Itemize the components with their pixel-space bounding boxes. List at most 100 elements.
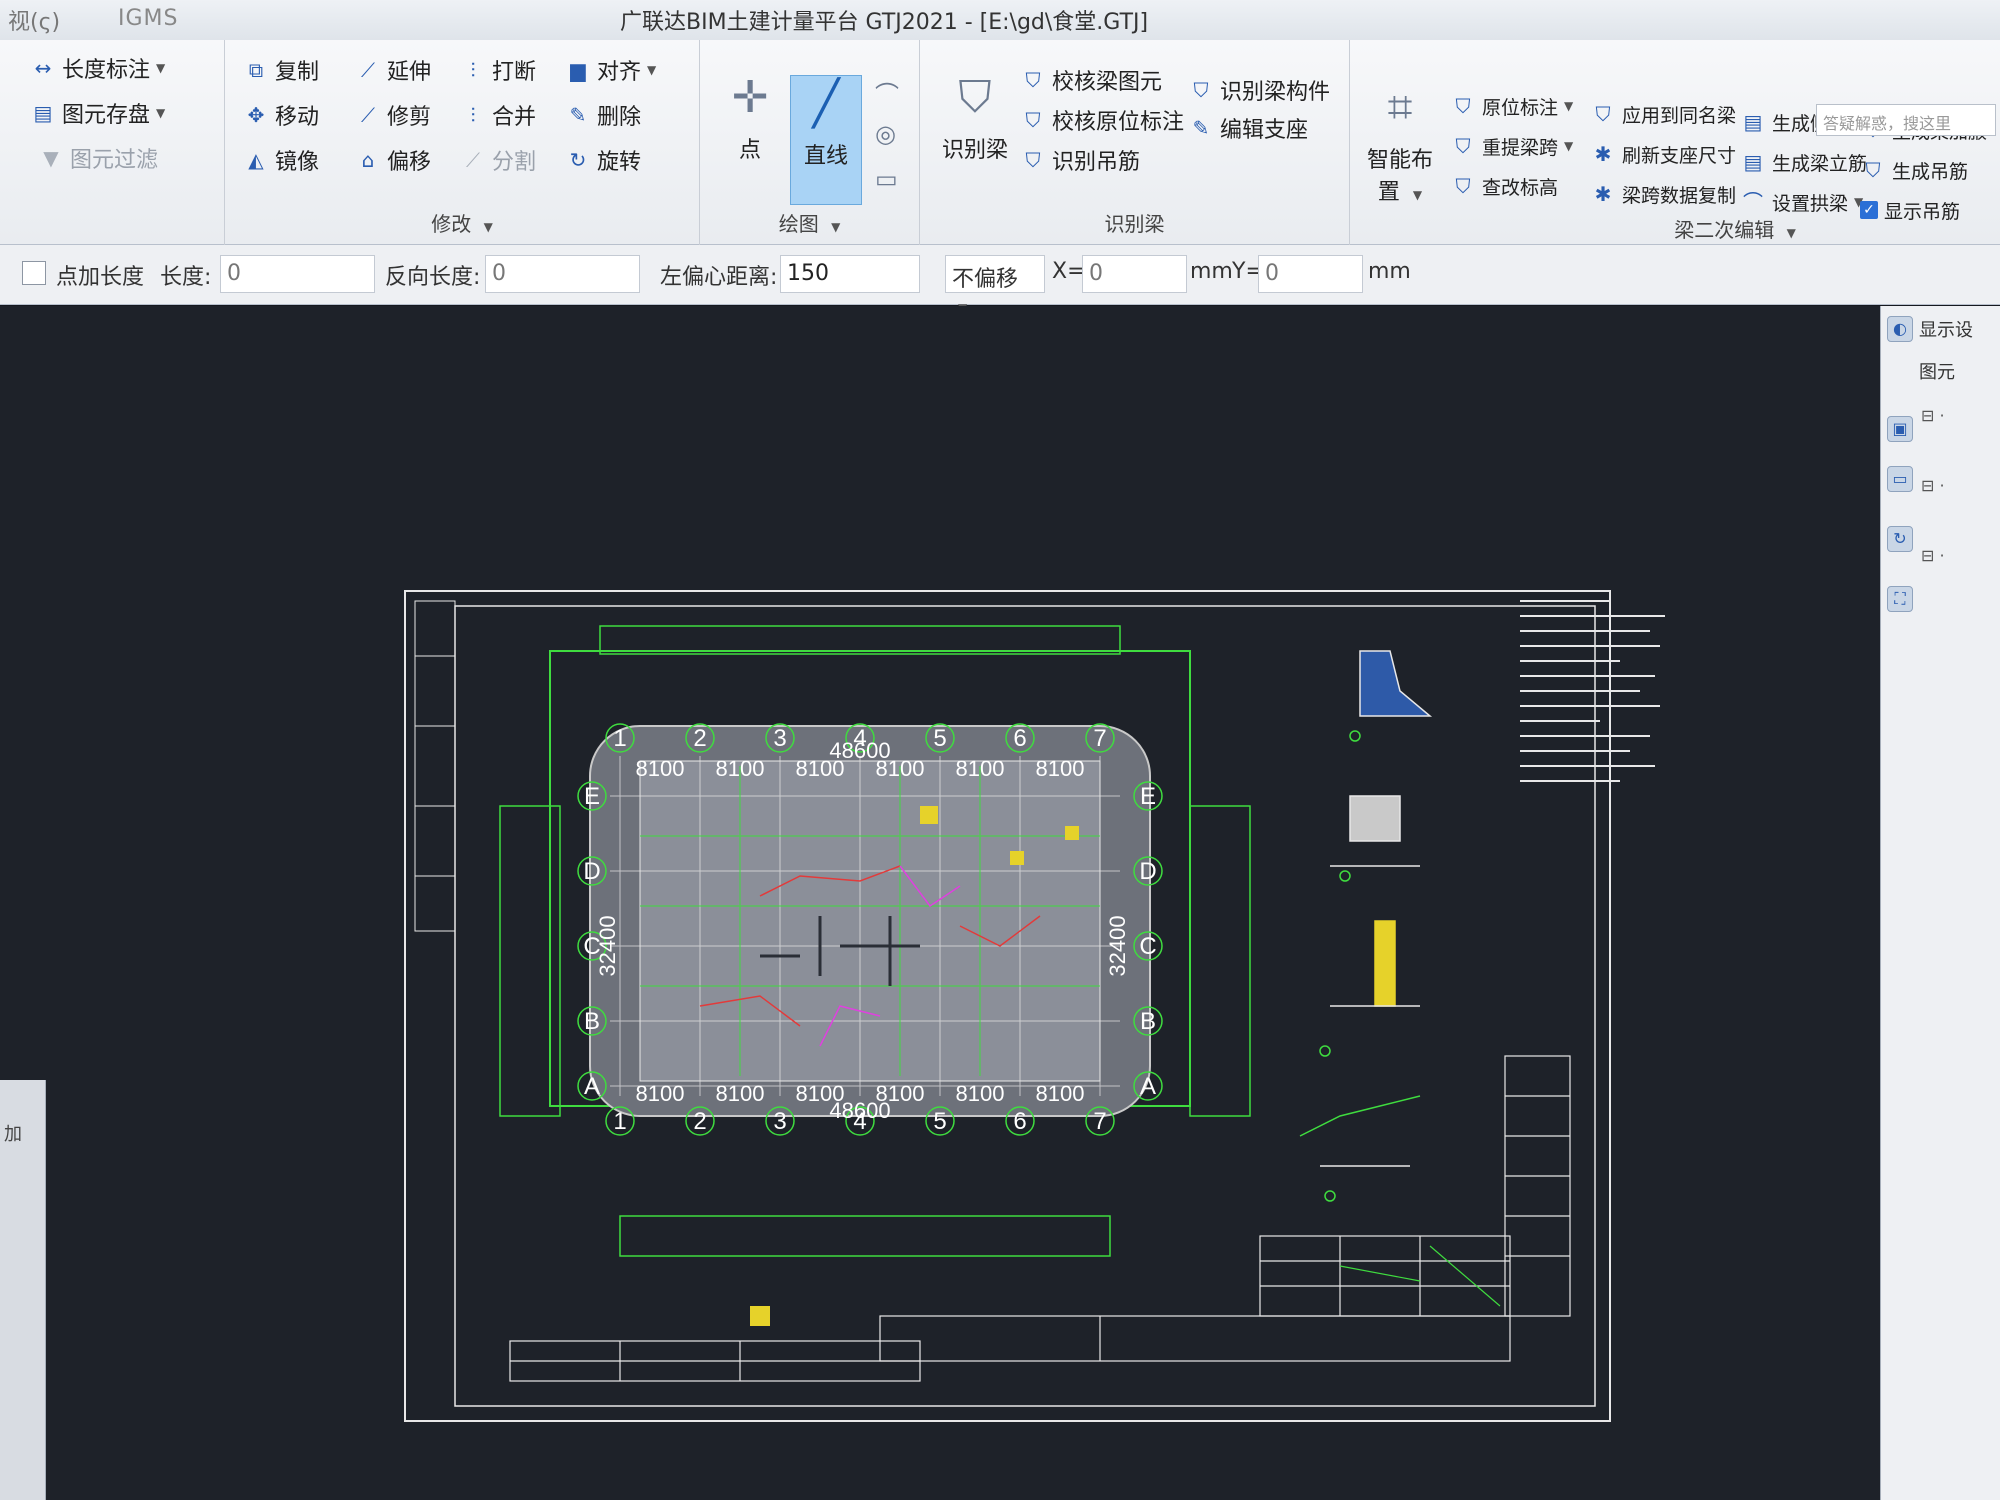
group-label-modify[interactable]: 修改 ▼ xyxy=(225,208,699,237)
move-button[interactable]: ✥ 移动 xyxy=(243,97,319,133)
modify-elevation-button[interactable]: ⛉ 查改标高 xyxy=(1450,168,1559,204)
help-search-input[interactable]: 答疑解惑，搜这里 xyxy=(1816,104,1996,136)
refresh-view-icon[interactable]: ↻ xyxy=(1887,526,1913,552)
draw-group-title: 绘图 xyxy=(778,212,819,236)
check-beam-element-label: 校核梁图元 xyxy=(1052,70,1163,95)
display-settings-tab[interactable]: 显示设 xyxy=(1919,316,1973,342)
tree-node-3[interactable]: ⊟ · xyxy=(1921,546,1945,565)
span-dim-top: 8100 xyxy=(1036,756,1085,781)
trim-icon: ⟋ xyxy=(361,103,375,127)
check-in-place-annotation-button[interactable]: ⛉ 校核原位标注 xyxy=(1020,102,1185,138)
identify-beam-button[interactable]: ⛉ 识别梁 xyxy=(935,70,1015,190)
axis-left-E-label: E xyxy=(584,783,600,810)
modify-group-title: 修改 xyxy=(431,212,472,236)
merge-icon: ⫶ xyxy=(470,103,476,127)
edit-support-button[interactable]: ✎ 编辑支座 xyxy=(1188,110,1308,146)
refresh-support-size-button[interactable]: ✱ 刷新支座尺寸 xyxy=(1590,136,1736,172)
extend-button[interactable]: ⟋ 延伸 xyxy=(355,52,431,88)
mm-unit-y: mm xyxy=(1368,259,1411,284)
reverse-length-input[interactable]: 0 xyxy=(485,255,640,293)
axis-top-2-label: 2 xyxy=(693,725,706,752)
align-icon: ▆ xyxy=(570,58,586,82)
align-button[interactable]: ▆ 对齐 ▼ xyxy=(565,52,656,88)
view-rotate-icon[interactable]: ◐ xyxy=(1887,316,1913,342)
delete-button[interactable]: ✎ 删除 xyxy=(565,97,641,133)
y-input[interactable]: 0 xyxy=(1258,255,1363,293)
line-icon: ╱ xyxy=(812,78,840,129)
copy-span-data-button[interactable]: ✱ 梁跨数据复制 xyxy=(1590,176,1736,212)
offset-icon: ⌂ xyxy=(361,148,375,172)
extend-label: 延伸 xyxy=(387,60,432,85)
check-beam-element-button[interactable]: ⛉ 校核梁图元 xyxy=(1020,62,1163,98)
generate-stirrup-button[interactable]: ▤ 生成梁立筋 xyxy=(1740,144,1867,180)
point-button[interactable]: ✛ 点 xyxy=(720,70,780,180)
axis-bottom-2-label: 2 xyxy=(693,1108,706,1135)
element-filter-button[interactable]: ▼ 图元过滤 xyxy=(38,140,158,176)
axis-right-E-label: E xyxy=(1140,783,1156,810)
left-offset-input[interactable]: 150 xyxy=(780,255,920,293)
length-annotation-button[interactable]: ↔ 长度标注 ▼ xyxy=(30,50,166,86)
window-title: 广联达BIM土建计量平台 GTJ2021 - [E:\gd\食堂.GTJ] xyxy=(620,10,1149,35)
dimension-icon: ↔ xyxy=(34,56,52,80)
break-icon: ⫶ xyxy=(470,58,476,82)
move-icon: ✥ xyxy=(247,103,265,127)
group-label-identify-beam: 识别梁 xyxy=(920,208,1349,237)
igms-tab[interactable]: IGMS xyxy=(118,6,178,31)
in-place-annotation-button[interactable]: ⛉ 原位标注 ▼ xyxy=(1450,88,1574,124)
mirror-button[interactable]: ◭ 镜像 xyxy=(243,142,319,178)
rotate-button[interactable]: ↻ 旋转 xyxy=(565,142,641,178)
identify-hanging-bar-button[interactable]: ⛉ 识别吊筋 xyxy=(1020,142,1141,178)
trim-button[interactable]: ⟋ 修剪 xyxy=(355,97,431,133)
axis-top-6-label: 6 xyxy=(1013,725,1026,752)
group-label-draw[interactable]: 绘图 ▼ xyxy=(700,208,919,237)
circle-icon[interactable]: ◎ xyxy=(875,120,896,148)
apply-icon: ⛉ xyxy=(1595,102,1611,126)
drawing-canvas[interactable]: 1 1 2 2 3 3 4 4 5 5 6 6 7 7 E E D D C C B B A A 8100 8100 8100 8100… xyxy=(0,306,1880,1500)
extend-icon: ⟋ xyxy=(361,58,375,82)
smart-layout-button[interactable]: ⌗ 智能布置 ▼ xyxy=(1360,80,1440,210)
edit-support-label: 编辑支座 xyxy=(1220,118,1309,143)
re-extract-icon: ⛉ xyxy=(1455,134,1471,158)
modify-elevation-label: 查改标高 xyxy=(1482,176,1559,199)
refresh-icon: ✱ xyxy=(1594,142,1612,166)
view-top-icon[interactable]: ▭ xyxy=(1887,466,1913,492)
offset-mode-select[interactable]: 不偏移 ▼ xyxy=(945,255,1045,315)
zoom-extent-icon[interactable]: ⛶ xyxy=(1887,586,1913,612)
title-bar: 视(ς) IGMS 广联达BIM土建计量平台 GTJ2021 - [E:\gd\… xyxy=(0,0,2000,40)
arc-icon[interactable]: ⌒ xyxy=(875,75,899,110)
rotate-icon: ↻ xyxy=(569,148,587,172)
break-button[interactable]: ⫶ 打断 xyxy=(460,52,537,88)
offset-button[interactable]: ⌂ 偏移 xyxy=(355,142,431,178)
axis-right-A-label: A xyxy=(1140,1073,1156,1100)
right-dimension-chain xyxy=(1189,805,1251,1117)
total-depth-right: 32400 xyxy=(1105,915,1130,976)
check-icon: ⛉ xyxy=(1025,68,1041,92)
split-button[interactable]: ⟋ 分割 xyxy=(460,142,536,178)
axis-top-5-label: 5 xyxy=(933,725,946,752)
view-3d-icon[interactable]: ▣ xyxy=(1887,416,1913,442)
merge-button[interactable]: ⫶ 合并 xyxy=(460,97,537,133)
copy-button[interactable]: ⧉ 复制 xyxy=(243,52,319,88)
length-input[interactable]: 0 xyxy=(220,255,375,293)
x-input[interactable]: 0 xyxy=(1082,255,1187,293)
identify-beam-component-button[interactable]: ⛉ 识别梁构件 xyxy=(1188,72,1331,108)
apply-same-name-beam-label: 应用到同名梁 xyxy=(1622,104,1737,127)
rectangle-icon[interactable]: ▭ xyxy=(875,165,898,193)
group-label-secondary-edit[interactable]: 梁二次编辑 ▼ xyxy=(1410,214,2000,243)
line-button[interactable]: ╱ 直线 xyxy=(790,75,862,205)
tree-node-2[interactable]: ⊟ · xyxy=(1921,476,1945,495)
cad-drawing[interactable]: 11223344556677E ED DC CB BA A8100810081008100… xyxy=(0,306,1880,1500)
set-arch-beam-label: 设置拱梁 xyxy=(1772,192,1849,215)
add-length-checkbox[interactable] xyxy=(22,261,46,285)
chevron-down-icon: ▼ xyxy=(156,106,166,120)
tree-node-1[interactable]: ⊟ · xyxy=(1921,406,1945,425)
generate-hanging-bar-button[interactable]: ⛉ 生成吊筋 xyxy=(1860,152,1969,188)
apply-same-name-beam-button[interactable]: ⛉ 应用到同名梁 xyxy=(1590,96,1737,132)
axis-right-D-label: D xyxy=(1139,858,1156,885)
re-extract-span-button[interactable]: ⛉ 重提梁跨 ▼ xyxy=(1450,128,1574,164)
element-storage-button[interactable]: ▤ 图元存盘 ▼ xyxy=(30,95,166,131)
view-tab-label[interactable]: 视(ς) xyxy=(8,4,60,36)
element-tab[interactable]: 图元 xyxy=(1919,358,1955,384)
offset-label: 偏移 xyxy=(387,150,432,175)
length-annotation-label: 长度标注 xyxy=(62,58,151,83)
